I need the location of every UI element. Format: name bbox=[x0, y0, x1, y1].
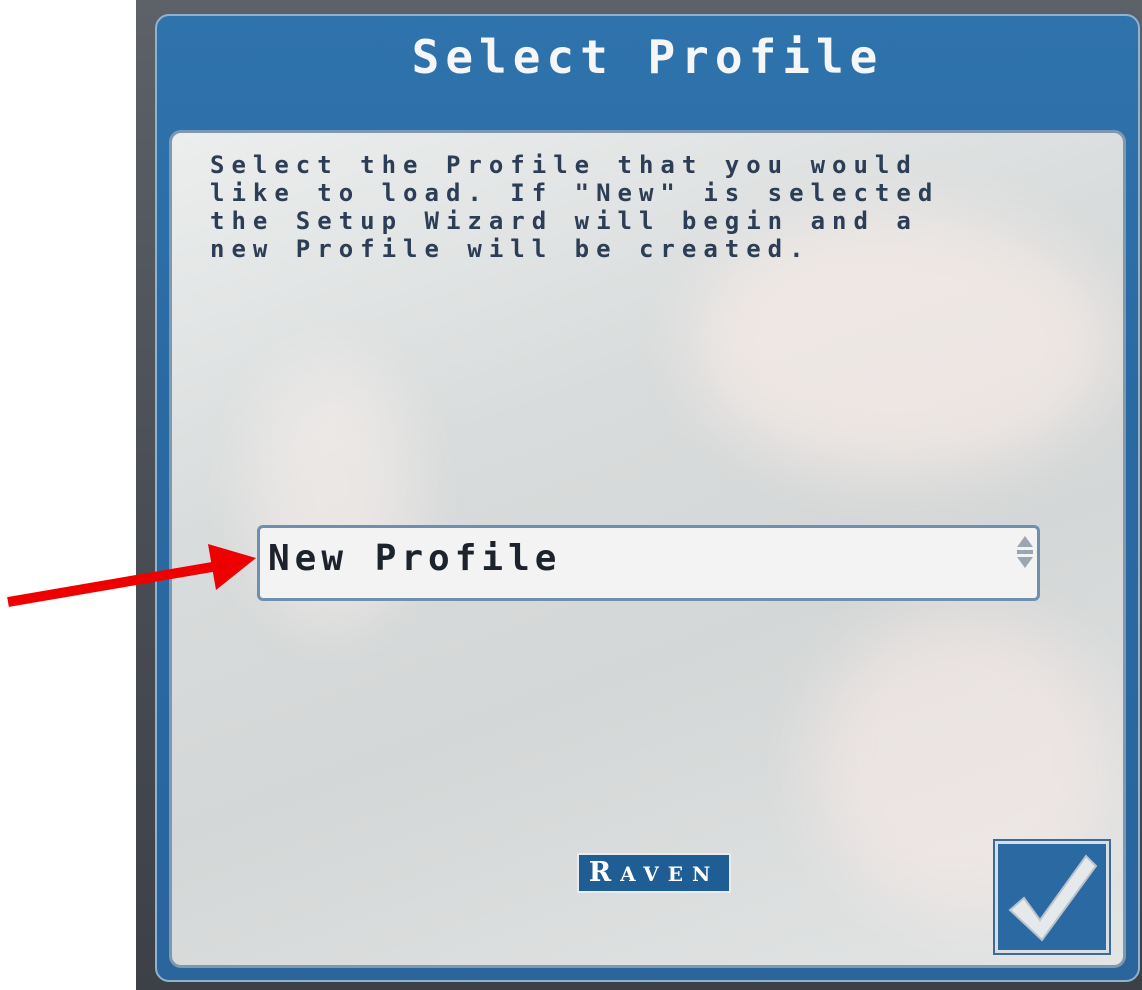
profile-select[interactable]: New Profile bbox=[257, 525, 1040, 601]
raven-logo: RAVEN bbox=[577, 853, 731, 893]
spinner-divider bbox=[1017, 550, 1033, 554]
content-panel: Select the Profile that you would like t… bbox=[169, 130, 1126, 968]
red-arrow-annotation bbox=[7, 544, 256, 607]
checkmark-icon bbox=[1008, 854, 1098, 942]
profile-select-value: New Profile bbox=[268, 538, 562, 579]
up-down-spinner-icon[interactable] bbox=[1017, 536, 1033, 588]
spinner-up-icon[interactable] bbox=[1017, 536, 1033, 547]
select-profile-screen: Select Profile Select the Profile that y… bbox=[155, 14, 1140, 982]
instructions-text: Select the Profile that you would like t… bbox=[210, 151, 940, 263]
accept-button[interactable] bbox=[995, 841, 1109, 953]
page-title: Select Profile bbox=[411, 30, 884, 84]
spinner-down-icon[interactable] bbox=[1017, 557, 1033, 568]
